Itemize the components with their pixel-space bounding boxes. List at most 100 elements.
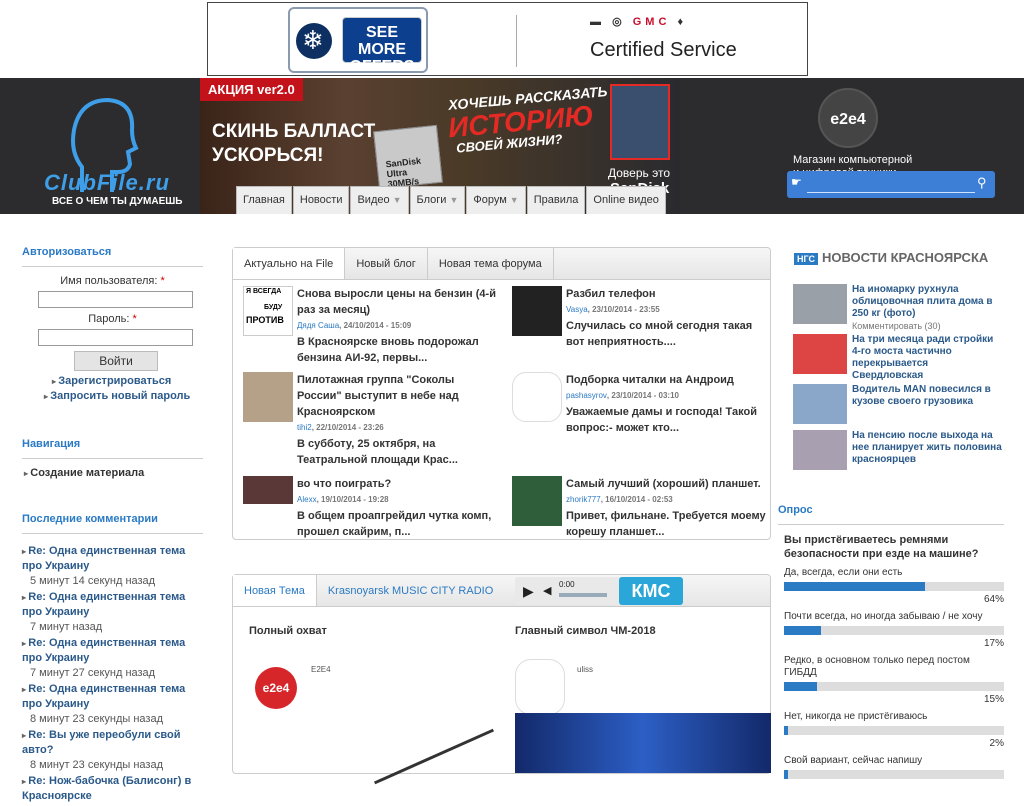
chevrolet-logo-icon: ▬ [590,16,605,28]
snowflake-icon [296,23,332,59]
ngs-news-thumbnail[interactable] [793,384,847,424]
register-link[interactable]: Зарегистрироваться [52,374,203,389]
poll-option-fill [784,582,925,591]
blog-title[interactable]: Главный символ ЧМ-2018 [515,625,771,637]
comment-item: Re: Одна единственная тема про Украину7 … [22,590,203,634]
top-advertisement[interactable]: SEE MORE OFFERS ▬ ◎ GMC ♦ Certified Serv… [207,2,808,76]
comment-link[interactable]: Re: Вы уже переобули свой авто? [22,728,203,758]
news-thumbnail[interactable]: Я ВСЕГДА БУДУ ПРОТИВ [243,286,293,336]
car-brand-logos: ▬ ◎ GMC ♦ [590,15,730,31]
news-title[interactable]: Пилотажная группа "Соколы России" выступ… [297,372,497,420]
nav-item[interactable]: Видео ▼ [350,186,409,214]
comment-link[interactable]: Re: Нож-бабочка (Балисонг) в Красноярске [22,774,203,804]
see-more-offers-badge[interactable]: SEE MORE OFFERS [288,7,428,75]
kms-radio-logo[interactable]: КМС [619,577,683,605]
content-tab[interactable]: Новый блог [345,248,428,279]
site-logo[interactable]: ClubFile.ru ВСЕ О ЧЕМ ТЫ ДУМАЕШЬ [0,78,200,214]
news-title[interactable]: во что поиграть? [297,476,497,492]
thumb-text-bottom: ПРОТИВ [246,315,284,325]
news-date: 22/10/2014 - 23:26 [316,423,384,432]
certified-service-text: Certified Service [590,39,737,61]
ngs-comment-link[interactable]: Комментировать (30) [852,320,1002,332]
ngs-news-title[interactable]: Водитель MAN повесился в кузове своего г… [852,384,1002,408]
rider-photo [610,84,670,160]
news-meta: pashasyrov, 23/10/2014 - 03:10 [566,391,679,400]
ngs-news-thumbnail[interactable] [793,334,847,374]
thumb-text-mid: БУДУ [264,304,283,311]
login-heading[interactable]: Авторизоваться [22,246,203,267]
nav-item[interactable]: Правила [526,186,586,214]
content-tab[interactable]: Актуально на File [233,248,346,279]
news-meta: zhorik777, 16/10/2014 - 02:53 [566,495,673,504]
news-excerpt: Случилась со мной сегодня такая вот непр… [566,320,753,348]
nav-item[interactable]: Форум ▼ [466,186,526,214]
news-content: Пилотажная группа "Соколы России" выступ… [297,372,497,468]
news-content: Самый лучший (хороший) планшет. zhorik777… [566,476,766,540]
nav-item[interactable]: Главная [236,186,292,214]
news-excerpt: Уважаемые дамы и господа! Такой вопрос:-… [566,406,757,434]
blog-title[interactable]: Полный охват [249,625,489,637]
play-icon[interactable]: ▶ [523,583,534,600]
nav-item[interactable]: Новости [292,186,350,214]
avatar-icon[interactable] [512,372,562,422]
ngs-news-title[interactable]: На пенсию после выхода на нее планирует … [852,430,1002,466]
create-content-link[interactable]: Создание материала [24,467,203,479]
comment-time: 7 минут 27 секунд назад [30,667,156,679]
news-title[interactable]: Подборка читалки на Андроид [566,372,766,388]
news-thumbnail[interactable] [512,286,562,336]
nav-item-label: Блоги [416,194,447,206]
news-thumbnail[interactable] [512,476,562,526]
news-author[interactable]: pashasyrov [566,391,607,400]
volume-icon[interactable]: ◀ [543,584,551,597]
comment-link[interactable]: Re: Одна единственная тема про Украину [22,590,203,620]
ngs-news-title[interactable]: На три месяца ради стройки 4-го моста ча… [852,334,1002,382]
ngs-news-heading[interactable]: НГС НОВОСТИ КРАСНОЯРСКА [778,250,1004,265]
dropdown-caret-icon: ▼ [509,195,519,205]
main-navigation: Главная Новости Видео ▼ Блоги ▼ Форум ▼ Правила O… [236,186,667,214]
news-author[interactable]: Дядя Саша [297,321,339,330]
news-author[interactable]: Vasya [566,305,588,314]
e2e4-logo: e2e4 [818,88,878,148]
comment-link[interactable]: Re: Одна единственная тема про Украину [22,636,203,666]
tab-radio[interactable]: Krasnoyarsk MUSIC CITY RADIO [317,575,504,606]
news-author[interactable]: tihi2 [297,423,312,432]
comment-link[interactable]: Re: Одна единственная тема про Украину [22,682,203,712]
login-button[interactable]: Войти [74,351,158,371]
tab-new-topic[interactable]: Новая Тема [233,575,317,606]
poll-heading: Опрос [778,504,1004,525]
poll-option-fill [784,726,789,735]
ngs-news-thumbnail[interactable] [793,430,847,470]
content-tab[interactable]: Новая тема форума [428,248,554,279]
e2e4-logo: e2e4 [255,667,297,709]
blog-author[interactable]: uliss [577,665,593,674]
poll-option-percent: 2% [989,738,1004,749]
see-more-offers-label: SEE MORE OFFERS [342,17,422,75]
progress-bar[interactable] [559,593,607,597]
news-author[interactable]: zhorik777 [566,495,601,504]
news-title[interactable]: Снова выросли цены на бензин (4-й раз за… [297,286,497,318]
blog-author[interactable]: E2E4 [311,665,331,674]
nav-item-label: Online видео [593,194,659,206]
password-field[interactable] [38,329,193,346]
comment-link[interactable]: Re: Одна единственная тема про Украину [22,544,203,574]
news-author[interactable]: Alexx [297,495,317,504]
banner-slogan: СКИНЬ БАЛЛАСТ - УСКОРЬСЯ! [212,120,387,168]
news-thumbnail[interactable] [243,372,293,422]
nav-item[interactable]: Online видео [586,186,666,214]
blog-panel: Новая Тема Krasnoyarsk MUSIC CITY RADIO … [232,574,771,785]
ngs-news-thumbnail[interactable] [793,284,847,324]
news-thumbnail[interactable] [243,476,293,504]
search-icon[interactable]: ⚲ [977,175,987,191]
news-title[interactable]: Разбил телефон [566,286,766,302]
ngs-news-text: На пенсию после выхода на нее планирует … [852,430,1002,466]
news-title[interactable]: Самый лучший (хороший) планшет. [566,476,766,492]
poll-options: Да, всегда, если они есть 64% Почти всегда… [784,567,1004,779]
poll-option-bar [784,626,1004,635]
search-input[interactable] [807,175,975,193]
nav-item[interactable]: Блоги ▼ [409,186,466,214]
poll-option-percent: 64% [983,594,1004,605]
ngs-news-title[interactable]: На иномарку рухнула облицовочная плита д… [852,284,1002,320]
reset-password-link[interactable]: Запросить новый пароль [44,389,203,404]
username-field[interactable] [38,291,193,308]
navigation-heading: Навигация [22,438,203,459]
